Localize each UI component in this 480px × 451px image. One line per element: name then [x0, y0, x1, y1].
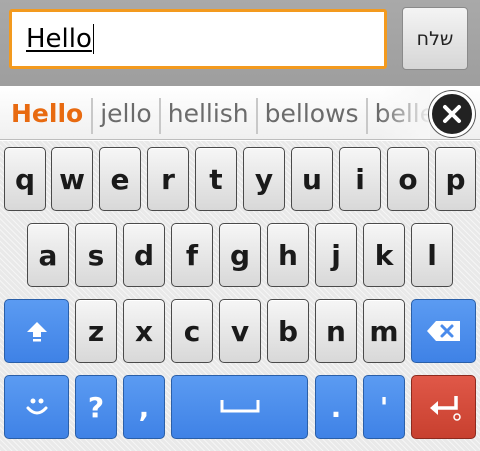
key-k[interactable]: k	[363, 223, 405, 287]
suggestion-fade	[380, 86, 430, 139]
apostrophe-key[interactable]: '	[363, 375, 405, 439]
shift-arrow-icon	[26, 322, 47, 342]
send-button[interactable]: שלח	[402, 7, 468, 70]
delete-key[interactable]	[411, 299, 476, 363]
compose-bar: Hello שלח	[0, 0, 480, 86]
keyboard: q w e r t y u i o p a s d f g h j k l z …	[0, 141, 480, 451]
key-m[interactable]: m	[363, 299, 405, 363]
period-key[interactable]: .	[315, 375, 357, 439]
key-z[interactable]: z	[75, 299, 117, 363]
key-v[interactable]: v	[219, 299, 261, 363]
question-key[interactable]: ?	[75, 375, 117, 439]
key-c[interactable]: c	[171, 299, 213, 363]
suggestion-strip: Hello jello hellish bellows belle	[0, 86, 480, 140]
close-circle-icon	[443, 105, 461, 123]
enter-arrow-icon	[429, 396, 461, 421]
space-bar-icon	[220, 400, 259, 413]
key-p[interactable]: p	[435, 147, 476, 211]
close-suggestions-button[interactable]	[429, 91, 475, 137]
comma-key[interactable]: ,	[123, 375, 165, 439]
backspace-icon	[426, 321, 460, 341]
key-f[interactable]: f	[171, 223, 213, 287]
key-x[interactable]: x	[123, 299, 165, 363]
emoji-key[interactable]	[4, 375, 69, 439]
key-i[interactable]: i	[339, 147, 381, 211]
key-a[interactable]: a	[27, 223, 69, 287]
key-g[interactable]: g	[219, 223, 261, 287]
key-l[interactable]: l	[411, 223, 453, 287]
shift-key[interactable]	[4, 299, 69, 363]
key-j[interactable]: j	[315, 223, 357, 287]
message-input[interactable]: Hello	[9, 9, 387, 69]
key-q[interactable]: q	[4, 147, 46, 211]
key-r[interactable]: r	[147, 147, 189, 211]
key-n[interactable]: n	[315, 299, 357, 363]
key-y[interactable]: y	[243, 147, 285, 211]
key-w[interactable]: w	[51, 147, 93, 211]
key-e[interactable]: e	[99, 147, 141, 211]
key-b[interactable]: b	[267, 299, 309, 363]
key-h[interactable]: h	[267, 223, 309, 287]
key-t[interactable]: t	[195, 147, 237, 211]
key-s[interactable]: s	[75, 223, 117, 287]
key-d[interactable]: d	[123, 223, 165, 287]
suggestion-primary[interactable]: Hello	[0, 96, 91, 130]
key-o[interactable]: o	[387, 147, 429, 211]
suggestion-item[interactable]: bellows	[258, 96, 366, 130]
suggestion-item[interactable]: jello	[93, 96, 159, 130]
smiley-icon	[26, 398, 47, 415]
suggestion-item[interactable]: hellish	[161, 96, 256, 130]
enter-key[interactable]	[411, 375, 476, 439]
space-key[interactable]	[171, 375, 308, 439]
text-caret	[92, 24, 94, 54]
message-input-value: Hello	[26, 24, 92, 54]
key-u[interactable]: u	[291, 147, 333, 211]
